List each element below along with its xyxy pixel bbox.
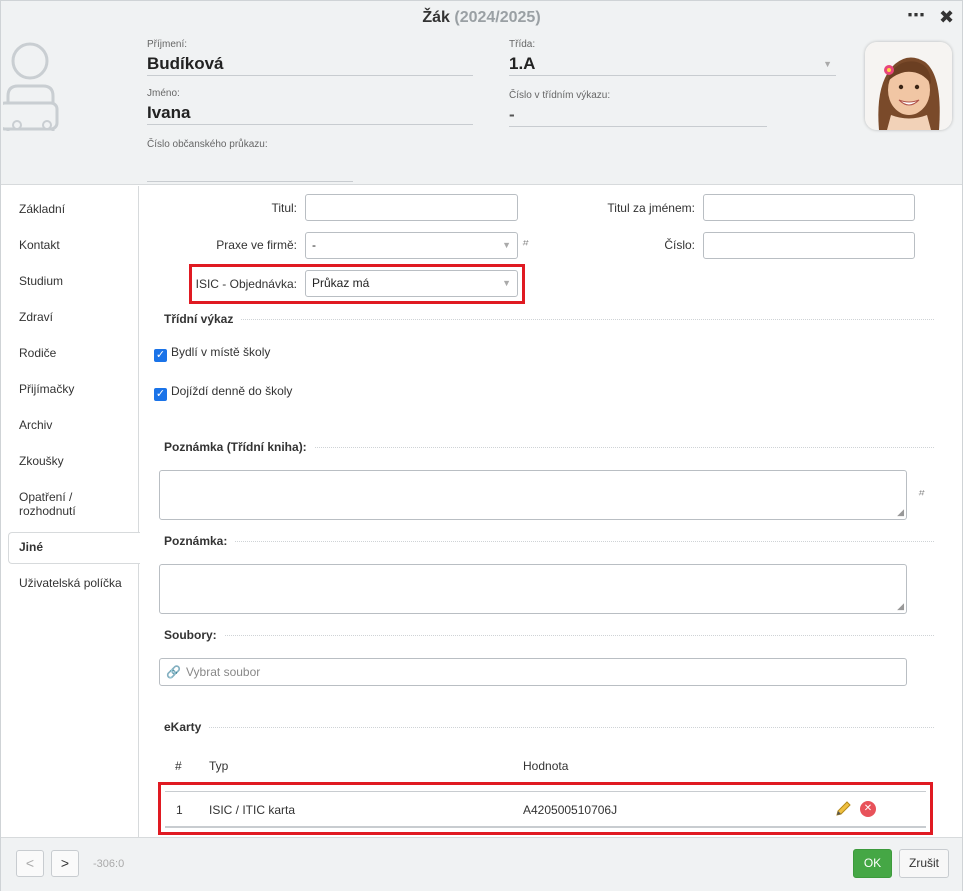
commutes-daily-label: Dojíždí denně do školy: [171, 384, 293, 398]
dialog-title: Žák (2024/2025): [1, 9, 962, 27]
sidebar-item-opatreni-line1: Opatření /: [19, 490, 73, 504]
title-label: Titul:: [271, 201, 297, 215]
sidebar-item-kontakt[interactable]: Kontakt: [19, 238, 60, 252]
files-section: Soubory:: [164, 628, 934, 642]
note-classbook-textarea[interactable]: ◢: [159, 470, 907, 520]
ok-button[interactable]: OK: [853, 849, 892, 878]
checkmark-icon: ✓: [154, 388, 167, 401]
class-report-title: Třídní výkaz: [164, 312, 242, 326]
sidebar-item-uzivatelska-policka[interactable]: Uživatelská políčka: [19, 576, 122, 590]
table-header-value: Hodnota: [523, 759, 569, 773]
record-counter: -306:0: [93, 858, 125, 870]
student-dialog: Žák (2024/2025) ⋯ ✖ Příjmení: Budíková J…: [0, 0, 963, 891]
note-classbook-section: Poznámka (Třídní kniha):: [164, 440, 934, 454]
class-number-field[interactable]: Číslo v třídním výkazu: -: [509, 90, 767, 127]
section-divider: [164, 319, 934, 320]
file-picker[interactable]: 🔗 Vybrat soubor: [159, 658, 907, 686]
close-icon[interactable]: ✖: [939, 7, 954, 28]
checkmark-icon: ✓: [154, 349, 167, 362]
sidebar-item-zkousky[interactable]: Zkoušky: [19, 454, 64, 468]
user-placeholder-icon: [0, 41, 61, 133]
row-value: A420500510706J: [523, 803, 618, 817]
lives-in-school-place-checkbox[interactable]: ✓ Bydlí v místě školy: [154, 345, 270, 362]
resize-handle-icon[interactable]: ◢: [897, 601, 904, 612]
section-divider: [164, 635, 934, 636]
practice-label: Praxe ve firmě:: [216, 238, 297, 252]
isic-label: ISIC - Objednávka:: [195, 277, 297, 291]
delete-icon[interactable]: ✕: [860, 801, 876, 817]
row-type: ISIC / ITIC karta: [209, 803, 296, 817]
section-divider: [164, 727, 934, 728]
number-label: Číslo:: [664, 238, 695, 252]
hash-icon: ⌗: [918, 488, 924, 499]
sidebar-item-studium[interactable]: Studium: [19, 274, 63, 288]
surname-label: Příjmení:: [147, 39, 188, 50]
title-after-input[interactable]: [703, 194, 915, 221]
sidebar-item-rodice[interactable]: Rodiče: [19, 346, 56, 360]
cancel-button[interactable]: Zrušit: [899, 849, 949, 878]
practice-value: -: [312, 238, 316, 252]
class-number-label: Číslo v třídním výkazu:: [509, 90, 611, 101]
title-text: Žák: [422, 9, 450, 26]
edit-pencil-icon[interactable]: [834, 800, 852, 818]
id-card-value[interactable]: [147, 154, 353, 182]
practice-select[interactable]: - ▼: [305, 232, 518, 259]
surname-field[interactable]: Příjmení: Budíková: [147, 39, 473, 76]
class-report-section: Třídní výkaz: [164, 312, 934, 326]
id-card-field[interactable]: Číslo občanského průkazu:: [147, 139, 353, 182]
sidebar-item-archiv[interactable]: Archiv: [19, 418, 52, 432]
lives-in-school-place-label: Bydlí v místě školy: [171, 345, 271, 359]
isic-select[interactable]: Průkaz má ▼: [305, 270, 518, 297]
section-divider: [164, 541, 934, 542]
number-input[interactable]: [703, 232, 915, 259]
title-input[interactable]: [305, 194, 518, 221]
sidebar-item-zdravi[interactable]: Zdraví: [19, 310, 53, 324]
ellipsis-icon[interactable]: ⋯: [907, 5, 925, 26]
ekarty-title: eKarty: [164, 720, 210, 734]
chevron-down-icon: ▼: [823, 59, 832, 69]
note-textarea[interactable]: ◢: [159, 564, 907, 614]
files-title: Soubory:: [164, 628, 225, 642]
prev-button[interactable]: <: [16, 850, 44, 877]
main-content: Titul: Titul za jménem: Praxe ve firmě: …: [140, 186, 962, 837]
name-value[interactable]: Ivana: [147, 103, 473, 125]
sidebar: Základní Kontakt Studium Zdraví Rodiče P…: [1, 186, 140, 837]
note-title: Poznámka:: [164, 534, 236, 548]
table-header-type: Typ: [209, 759, 229, 773]
note-section: Poznámka:: [164, 534, 934, 548]
sidebar-item-jine[interactable]: Jiné: [19, 540, 43, 554]
note-classbook-title: Poznámka (Třídní kniha):: [164, 440, 315, 454]
row-num: 1: [176, 803, 183, 817]
school-year: (2024/2025): [454, 9, 541, 26]
class-number-value[interactable]: -: [509, 105, 767, 127]
class-value[interactable]: 1.A: [509, 54, 836, 76]
class-select[interactable]: Třída: 1.A ▼: [509, 39, 836, 76]
sidebar-item-opatreni[interactable]: Opatření / rozhodnutí: [19, 490, 76, 518]
student-photo[interactable]: [865, 42, 952, 130]
name-label: Jméno:: [147, 88, 180, 99]
table-row[interactable]: 1 ISIC / ITIC karta A420500510706J ✕: [165, 791, 926, 828]
name-field[interactable]: Jméno: Ivana: [147, 88, 473, 125]
commutes-daily-checkbox[interactable]: ✓ Dojíždí denně do školy: [154, 384, 292, 401]
sidebar-item-opatreni-line2: rozhodnutí: [19, 504, 76, 518]
student-header: Žák (2024/2025) ⋯ ✖ Příjmení: Budíková J…: [0, 1, 962, 185]
chevron-down-icon: ▼: [502, 240, 511, 250]
table-header-num: #: [175, 759, 182, 773]
next-button[interactable]: >: [51, 850, 79, 877]
isic-value: Průkaz má: [312, 276, 370, 290]
paperclip-icon: 🔗: [166, 665, 181, 679]
class-label: Třída:: [509, 39, 536, 50]
resize-handle-icon[interactable]: ◢: [897, 507, 904, 518]
surname-value[interactable]: Budíková: [147, 54, 473, 76]
file-picker-placeholder: Vybrat soubor: [186, 665, 261, 679]
id-card-label: Číslo občanského průkazu:: [147, 139, 268, 150]
chevron-down-icon: ▼: [502, 278, 511, 288]
ekarty-section: eKarty: [164, 720, 934, 734]
title-after-label: Titul za jménem:: [607, 201, 695, 215]
sidebar-item-prijimacky[interactable]: Přijímačky: [19, 382, 74, 396]
dialog-footer: < > -306:0 OK Zrušit: [1, 837, 962, 891]
hash-icon: ⌗: [522, 238, 528, 249]
sidebar-item-zakladni[interactable]: Základní: [19, 202, 65, 216]
